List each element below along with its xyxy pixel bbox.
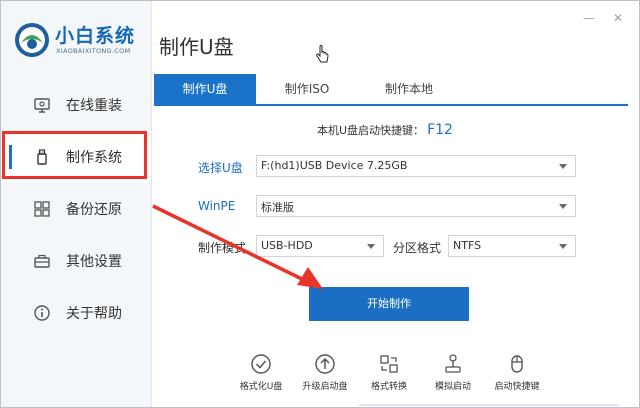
check-circle-icon <box>251 354 271 374</box>
chevron-down-icon <box>367 244 375 249</box>
sidebar-item-online-reinstall[interactable]: 在线重装 <box>1 79 151 131</box>
tool-format-convert[interactable]: 格式转换 <box>354 353 424 392</box>
partition-select-value: NTFS <box>453 239 482 252</box>
usb-select-value: F:(hd1)USB Device 7.25GB <box>261 159 408 172</box>
tab-make-local[interactable]: 制作本地 <box>358 74 460 104</box>
upload-circle-icon <box>315 354 335 374</box>
logo-title: 小白系统 <box>55 25 136 47</box>
sidebar-item-about-help[interactable]: 关于帮助 <box>1 287 151 339</box>
sidebar-item-label: 制作系统 <box>66 150 122 166</box>
logo-subtitle: XIAOBAIXITONG.COM <box>56 47 131 55</box>
tool-boot-hotkeys[interactable]: 启动快捷键 <box>482 353 552 392</box>
winpe-select-value: 标准版 <box>261 201 294 214</box>
bottom-divider <box>359 404 619 406</box>
tool-label: 升级启动盘 <box>302 382 348 392</box>
tool-label: 模拟启动 <box>434 382 471 392</box>
chevron-down-icon <box>559 164 567 169</box>
minimize-button[interactable]: — <box>582 11 596 25</box>
sidebar-item-backup-restore[interactable]: 备份还原 <box>1 183 151 235</box>
sidebar-item-make-system[interactable]: 制作系统 <box>1 131 151 183</box>
tool-label: 启动快捷键 <box>494 382 540 392</box>
hotkey-label: 本机U盘启动快捷键： <box>317 124 425 137</box>
monitor-icon <box>34 98 50 113</box>
mouse-icon <box>511 355 523 373</box>
close-button[interactable]: ✕ <box>611 11 625 25</box>
sidebar-item-label: 在线重装 <box>66 98 122 114</box>
winpe-select[interactable]: 标准版 <box>256 195 576 217</box>
chevron-down-icon <box>559 244 567 249</box>
sidebar-item-other-settings[interactable]: 其他设置 <box>1 235 151 287</box>
sidebar: 小白系统 XIAOBAIXITONG.COM 在线重装 制作系统 备份还原 其他… <box>1 1 152 407</box>
app-window: 小白系统 XIAOBAIXITONG.COM 在线重装 制作系统 备份还原 其他… <box>0 0 640 408</box>
mode-select-value: USB-HDD <box>261 239 313 252</box>
tool-format-usb[interactable]: 格式化U盘 <box>226 353 296 392</box>
usb-select[interactable]: F:(hd1)USB Device 7.25GB <box>256 155 576 177</box>
joystick-icon <box>445 354 461 373</box>
tool-simulate-boot[interactable]: 模拟启动 <box>418 353 488 392</box>
partition-label: 分区格式 <box>393 241 442 255</box>
mouse-cursor-icon <box>316 45 329 63</box>
sidebar-item-label: 关于帮助 <box>66 306 122 322</box>
sidebar-item-label: 备份还原 <box>66 202 122 218</box>
mode-select[interactable]: USB-HDD <box>256 235 384 257</box>
info-icon <box>34 305 50 321</box>
usb-drive-icon <box>37 149 47 165</box>
convert-icon <box>380 355 398 373</box>
tool-label: 格式转换 <box>370 382 407 392</box>
winpe-label: WinPE <box>198 199 236 213</box>
chevron-down-icon <box>559 204 567 209</box>
partition-select[interactable]: NTFS <box>448 235 576 257</box>
tool-label: 格式化U盘 <box>239 382 283 392</box>
grid-icon <box>34 201 50 217</box>
app-logo: 小白系统 XIAOBAIXITONG.COM <box>13 19 143 63</box>
start-make-button[interactable]: 开始制作 <box>309 287 469 321</box>
active-indicator <box>9 145 12 169</box>
tab-make-iso[interactable]: 制作ISO <box>256 74 358 104</box>
sidebar-item-label: 其他设置 <box>66 254 122 270</box>
hotkey-info: 本机U盘启动快捷键： F12 <box>317 122 453 138</box>
usb-select-label: 选择U盘 <box>198 161 243 175</box>
logo-mark-icon <box>15 23 49 57</box>
tab-make-usb[interactable]: 制作U盘 <box>154 74 256 104</box>
briefcase-icon <box>34 254 50 268</box>
hotkey-value: F12 <box>427 122 453 138</box>
window-controls: — ✕ <box>572 7 625 26</box>
tab-bar: 制作U盘 制作ISO 制作本地 <box>154 74 628 106</box>
page-title: 制作U盘 <box>159 35 234 59</box>
mode-label: 制作模式 <box>198 241 247 255</box>
tool-upgrade-boot-disk[interactable]: 升级启动盘 <box>290 353 360 392</box>
